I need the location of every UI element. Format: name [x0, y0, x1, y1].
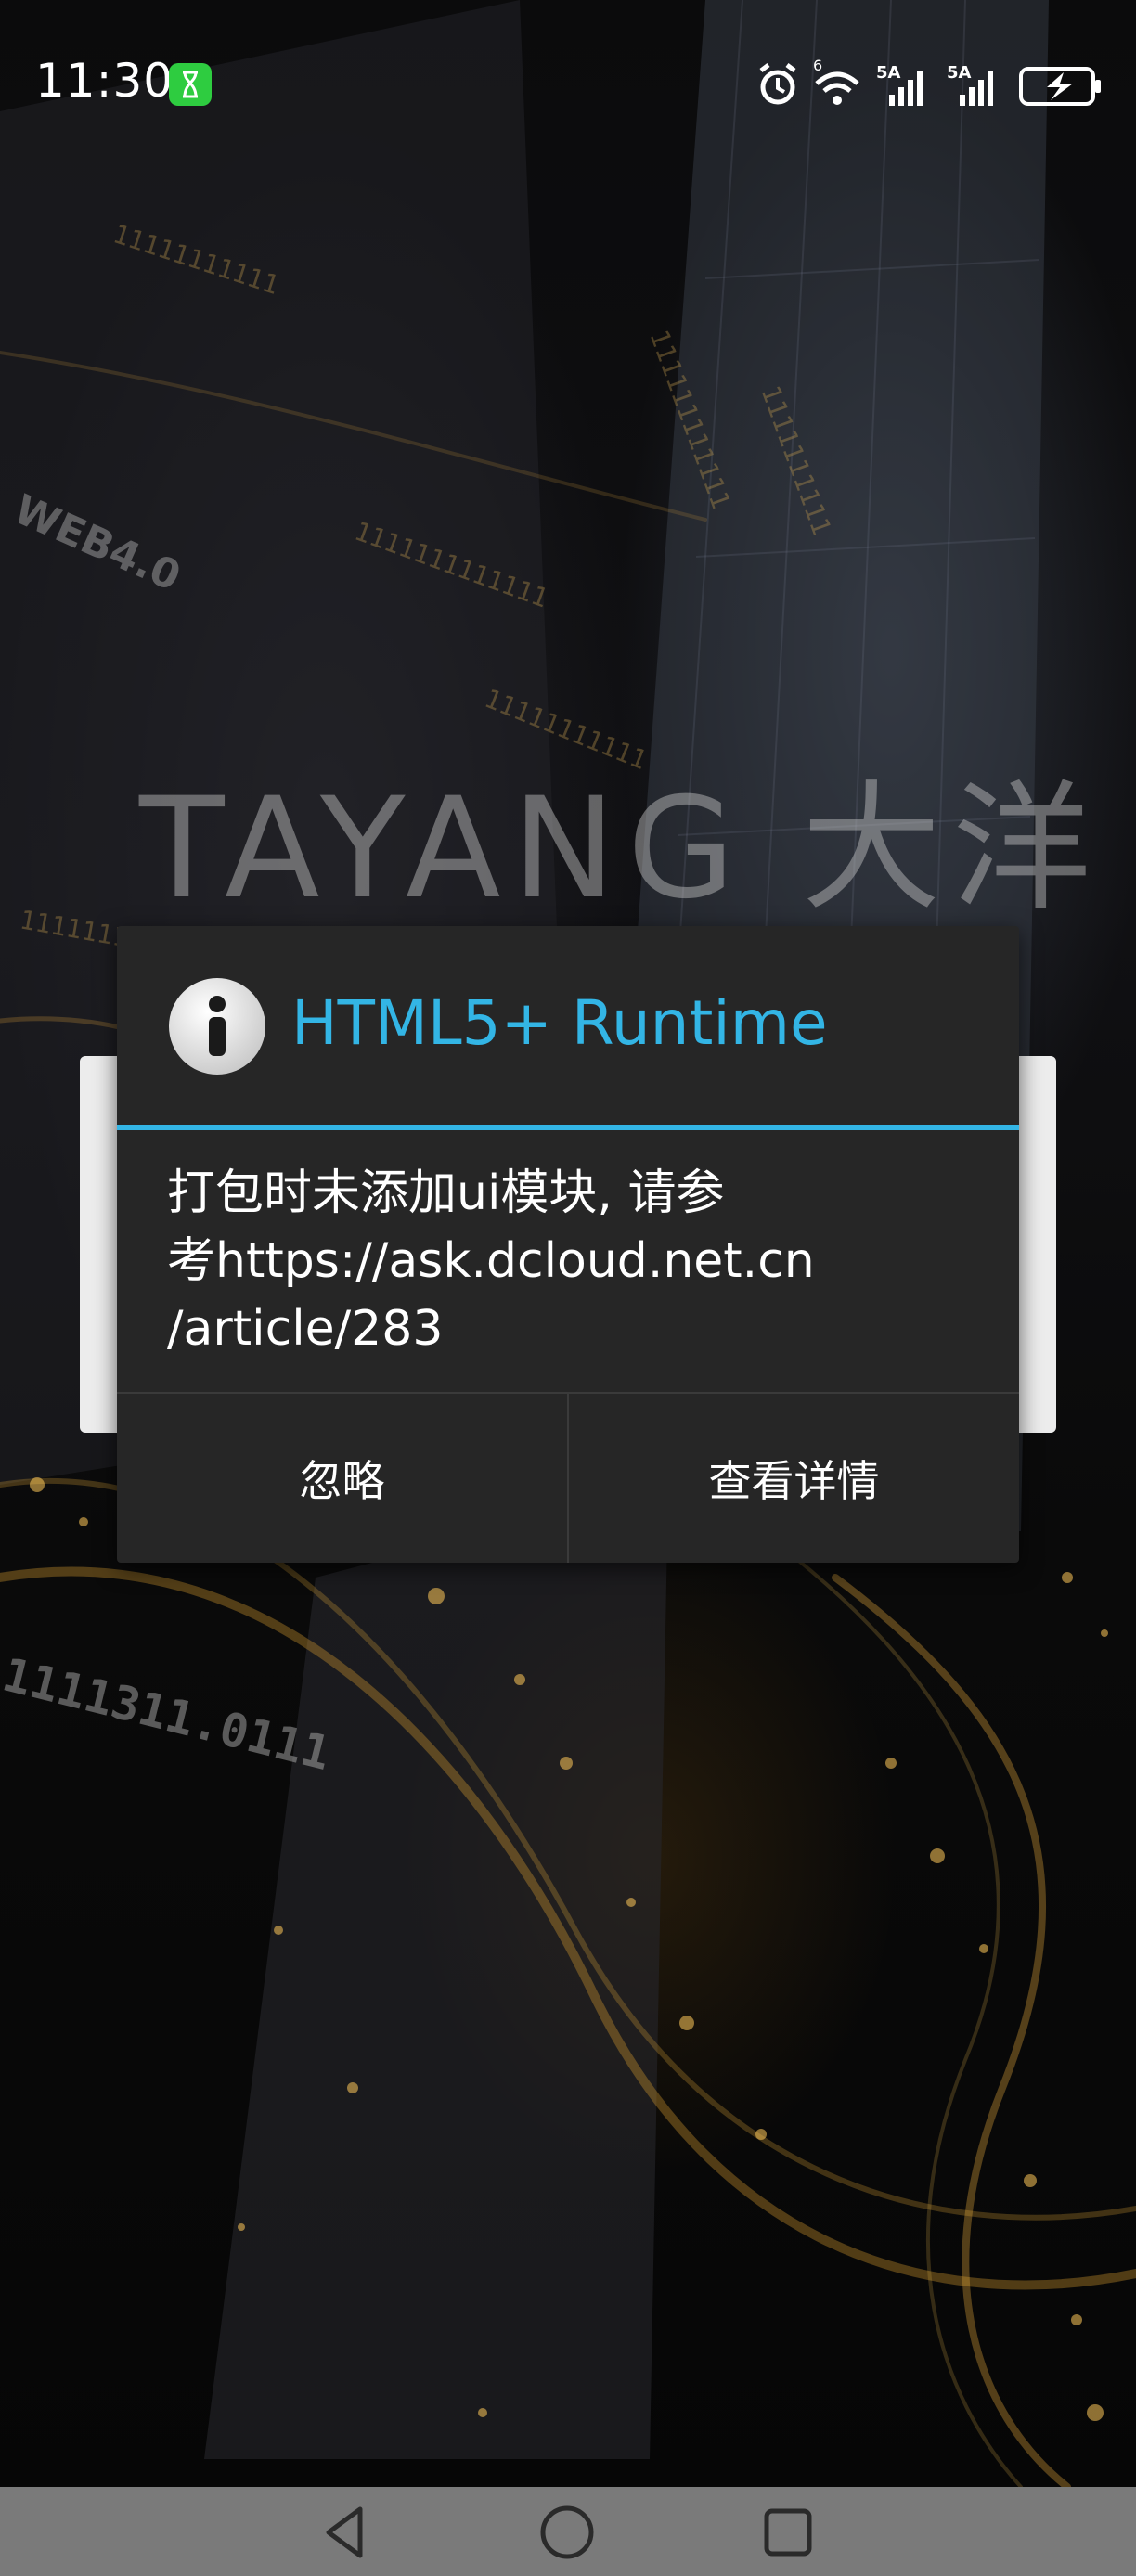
home-icon[interactable]: [535, 2500, 600, 2565]
dialog-title: HTML5+ Runtime: [291, 987, 828, 1059]
info-icon: [169, 978, 265, 1075]
dialog-button-bar: 忽略 查看详情: [117, 1392, 1019, 1563]
app-screen: 11111111111 1111111111111 11111111111 11…: [0, 0, 1136, 2576]
hourglass-icon: [169, 63, 212, 106]
status-clock: 11:30: [35, 54, 174, 108]
brand-logo: TAYANG 大洋: [139, 768, 1103, 930]
signal-sim2-icon: 5A: [947, 63, 993, 106]
svg-text:5A: 5A: [947, 63, 972, 83]
code-digits: 1111311.0111: [0, 1647, 336, 1781]
svg-text:6: 6: [813, 58, 822, 74]
back-icon[interactable]: [314, 2500, 379, 2565]
status-bar: 11:30 6 5A 5A: [0, 0, 1136, 167]
signal-sim1-icon: 5A: [876, 63, 923, 106]
recent-apps-icon[interactable]: [755, 2500, 820, 2565]
view-details-button[interactable]: 查看详情: [569, 1394, 1019, 1563]
wifi-icon: 6: [813, 58, 859, 105]
dialog-message: 打包时未添加ui模块, 请参 考https://ask.dcloud.net.c…: [167, 1166, 815, 1357]
ignore-button[interactable]: 忽略: [117, 1394, 567, 1563]
alert-dialog: HTML5+ Runtime 打包时未添加ui模块, 请参 考https://a…: [117, 926, 1019, 1563]
dialog-divider: [117, 1125, 1019, 1130]
dialog-header: HTML5+ Runtime: [117, 926, 1019, 1127]
svg-text:5A: 5A: [876, 63, 901, 83]
battery-charging-icon: [1019, 67, 1101, 106]
alarm-icon: [759, 63, 796, 105]
navigation-bar: [0, 2487, 1136, 2576]
status-icons: 6 5A 5A: [759, 58, 1101, 106]
